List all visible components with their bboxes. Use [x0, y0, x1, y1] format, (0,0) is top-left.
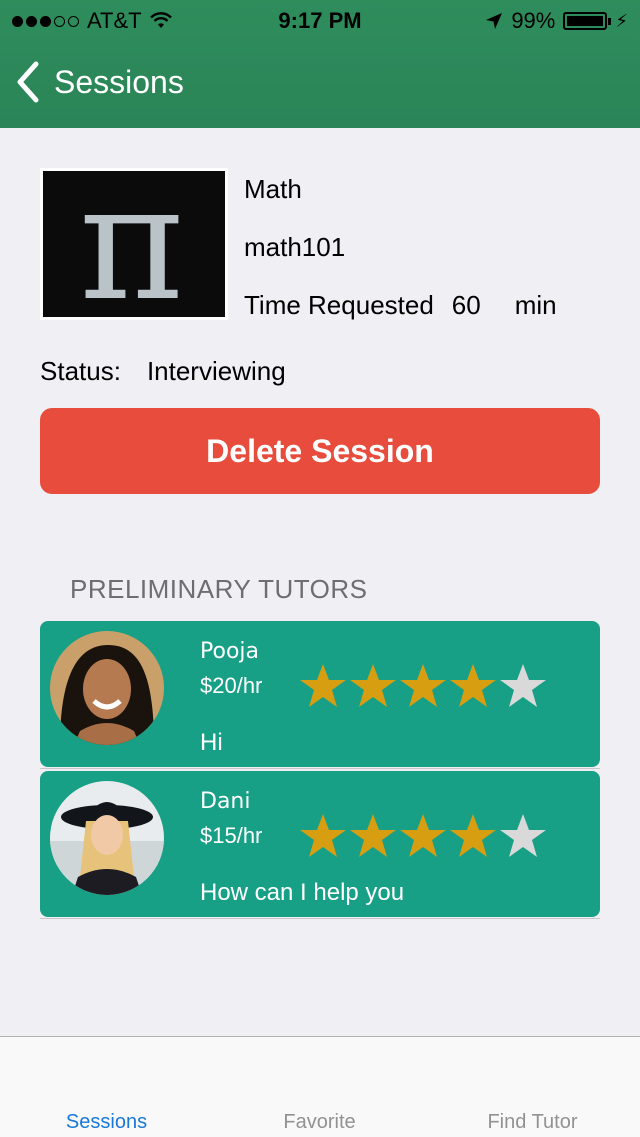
- star-filled-icon: [450, 664, 496, 707]
- avatar: [50, 631, 164, 745]
- tutor-name: Dani: [200, 789, 251, 814]
- section-title: PRELIMINARY TUTORS: [70, 574, 368, 604]
- subject-image: π: [40, 168, 228, 320]
- tab-bar: Sessions Favorite Find Tutor: [0, 1036, 640, 1137]
- battery-icon: [563, 12, 612, 30]
- time-requested-unit: min: [514, 290, 557, 320]
- delete-session-button[interactable]: Delete Session: [40, 408, 600, 494]
- location-arrow-icon: [486, 13, 503, 29]
- status-right: 99% ⚡: [485, 8, 628, 34]
- status-bar: AT&T 9:17 PM 99% ⚡: [0, 0, 640, 40]
- tutor-message: Hi: [200, 729, 223, 756]
- charging-icon: ⚡: [615, 10, 628, 31]
- tab-find-tutor[interactable]: Find Tutor: [426, 1111, 639, 1134]
- tutor-rate: $20/hr: [200, 673, 263, 698]
- status-label: Status:: [40, 356, 121, 386]
- back-button[interactable]: Sessions: [14, 60, 184, 104]
- navigation-header: AT&T 9:17 PM 99% ⚡ Sessions: [0, 0, 640, 128]
- star-filled-icon: [350, 664, 396, 707]
- back-chevron-icon: [17, 61, 39, 103]
- avatar: [50, 781, 164, 895]
- tab-sessions[interactable]: Sessions: [0, 1111, 213, 1134]
- time-requested-row: Time Requested 60 min: [244, 290, 557, 321]
- star-filled-icon: [350, 814, 396, 857]
- pi-word-cloud-image: π: [43, 171, 225, 317]
- session-subject: Math: [244, 174, 302, 204]
- tutor-card-dani[interactable]: Dani $15/hr How can I help you: [40, 771, 600, 917]
- star-rating: [298, 661, 548, 711]
- tab-favorite[interactable]: Favorite: [213, 1111, 426, 1134]
- session-course: math101: [244, 232, 346, 262]
- time-requested-label: Time Requested: [244, 290, 434, 320]
- back-button-label: Sessions: [54, 63, 184, 100]
- tutor-card-pooja[interactable]: Pooja $20/hr Hi: [40, 621, 600, 767]
- star-rating: [298, 811, 548, 861]
- status-value: Interviewing: [146, 356, 286, 386]
- star-empty-icon: [500, 814, 546, 857]
- star-filled-icon: [300, 814, 346, 857]
- star-filled-icon: [450, 814, 496, 857]
- tutor-rate: $15/hr: [200, 823, 263, 848]
- tutor-name: Pooja: [200, 639, 259, 664]
- battery-percent: 99%: [511, 8, 556, 33]
- pi-symbol-icon: π: [79, 171, 185, 317]
- star-empty-icon: [500, 664, 546, 707]
- divider: [40, 768, 600, 769]
- star-filled-icon: [400, 664, 446, 707]
- divider: [40, 918, 600, 919]
- status-row: Status: Interviewing: [40, 356, 286, 387]
- time-requested-value: 60: [451, 290, 481, 320]
- tutor-message: How can I help you: [200, 879, 405, 906]
- star-filled-icon: [300, 664, 346, 707]
- star-filled-icon: [400, 814, 446, 857]
